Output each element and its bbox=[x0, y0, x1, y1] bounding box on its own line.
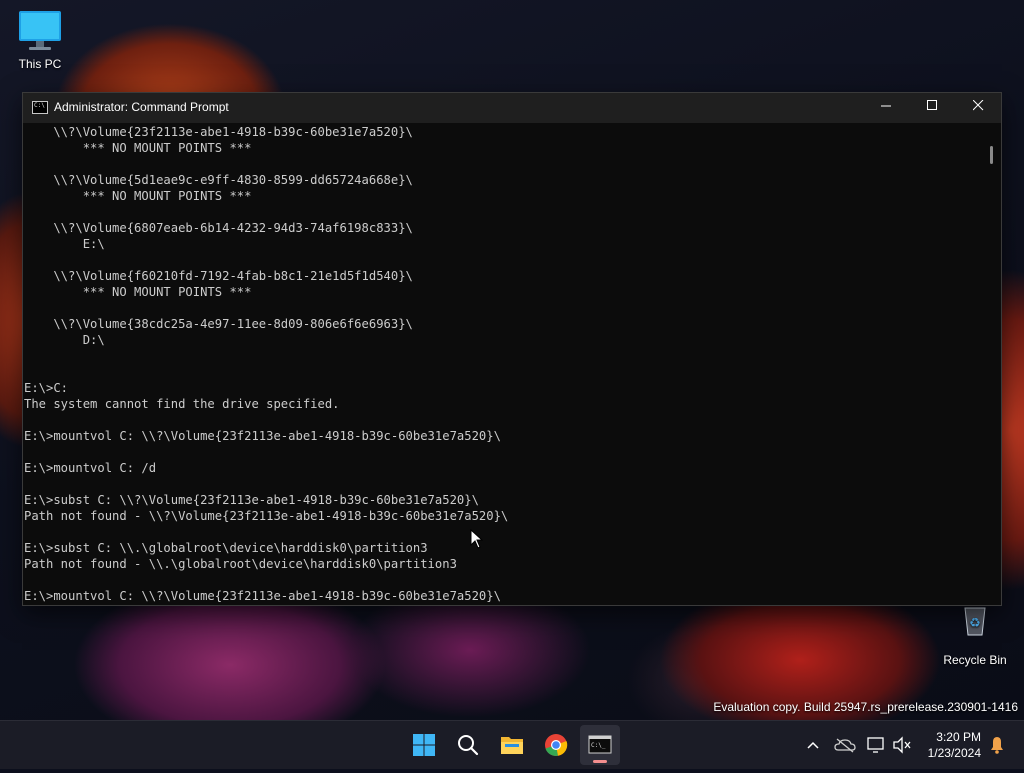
taskbar-clock[interactable]: 3:20 PM 1/23/2024 bbox=[928, 729, 981, 761]
clock-time: 3:20 PM bbox=[936, 730, 981, 744]
maximize-button[interactable] bbox=[909, 93, 955, 123]
speaker-muted-icon bbox=[893, 736, 911, 754]
network-status[interactable] bbox=[864, 721, 888, 769]
cloud-off-icon bbox=[834, 738, 856, 753]
search-button[interactable] bbox=[448, 725, 488, 765]
close-button[interactable] bbox=[955, 93, 1001, 123]
mouse-pointer-icon bbox=[470, 529, 484, 549]
vertical-scrollbar[interactable] bbox=[981, 124, 1001, 604]
console-output[interactable]: \\?\Volume{23f2113e-abe1-4918-b39c-60be3… bbox=[23, 124, 981, 604]
tray-overflow-button[interactable] bbox=[802, 721, 824, 769]
volume-status[interactable] bbox=[890, 721, 914, 769]
chrome-button[interactable] bbox=[536, 725, 576, 765]
close-icon bbox=[972, 99, 983, 111]
desktop-icon-this-pc[interactable]: This PC bbox=[0, 8, 80, 71]
svg-text:C:\_: C:\_ bbox=[591, 742, 606, 749]
bell-icon bbox=[991, 737, 1003, 754]
command-prompt-window[interactable]: C:\ Administrator: Command Prompt \\?\Vo… bbox=[22, 92, 1002, 606]
maximize-icon bbox=[926, 100, 937, 110]
monitor-icon bbox=[19, 11, 61, 50]
evaluation-watermark: Evaluation copy. Build 25947.rs_prerelea… bbox=[713, 700, 1018, 714]
cmd-app-icon: C:\ bbox=[32, 101, 48, 114]
notifications-button[interactable] bbox=[986, 721, 1008, 769]
desktop-icon-label: This PC bbox=[18, 57, 62, 71]
window-titlebar[interactable]: C:\ Administrator: Command Prompt bbox=[23, 93, 1001, 123]
file-explorer-button[interactable] bbox=[492, 725, 532, 765]
svg-text:♻: ♻ bbox=[969, 616, 981, 631]
scrollbar-thumb[interactable] bbox=[990, 146, 993, 164]
terminal-icon: C:\_ bbox=[588, 735, 612, 754]
window-title: Administrator: Command Prompt bbox=[54, 100, 229, 114]
start-button[interactable] bbox=[404, 725, 444, 765]
active-app-indicator bbox=[593, 760, 607, 763]
search-icon bbox=[458, 735, 479, 756]
chevron-up-icon bbox=[807, 741, 819, 749]
command-prompt-taskbar-button[interactable]: C:\_ bbox=[580, 725, 620, 765]
windows-start-icon bbox=[413, 734, 435, 756]
console-text: \\?\Volume{23f2113e-abe1-4918-b39c-60be3… bbox=[24, 125, 509, 603]
minimize-button[interactable] bbox=[863, 93, 909, 123]
folder-icon bbox=[501, 737, 523, 754]
chrome-icon bbox=[545, 734, 568, 756]
recycle-bin-icon: ♻ bbox=[964, 607, 986, 636]
network-icon bbox=[867, 737, 884, 753]
onedrive-status[interactable] bbox=[832, 721, 858, 769]
desktop-icon-label: Recycle Bin bbox=[943, 653, 1007, 667]
clock-date: 1/23/2024 bbox=[927, 746, 981, 760]
taskbar: C:\_ 3:20 PM 1/23/2024 bbox=[0, 720, 1024, 769]
desktop-icon-recycle-bin[interactable]: ♻ Recycle Bin bbox=[935, 604, 1015, 667]
minimize-icon bbox=[880, 105, 891, 107]
